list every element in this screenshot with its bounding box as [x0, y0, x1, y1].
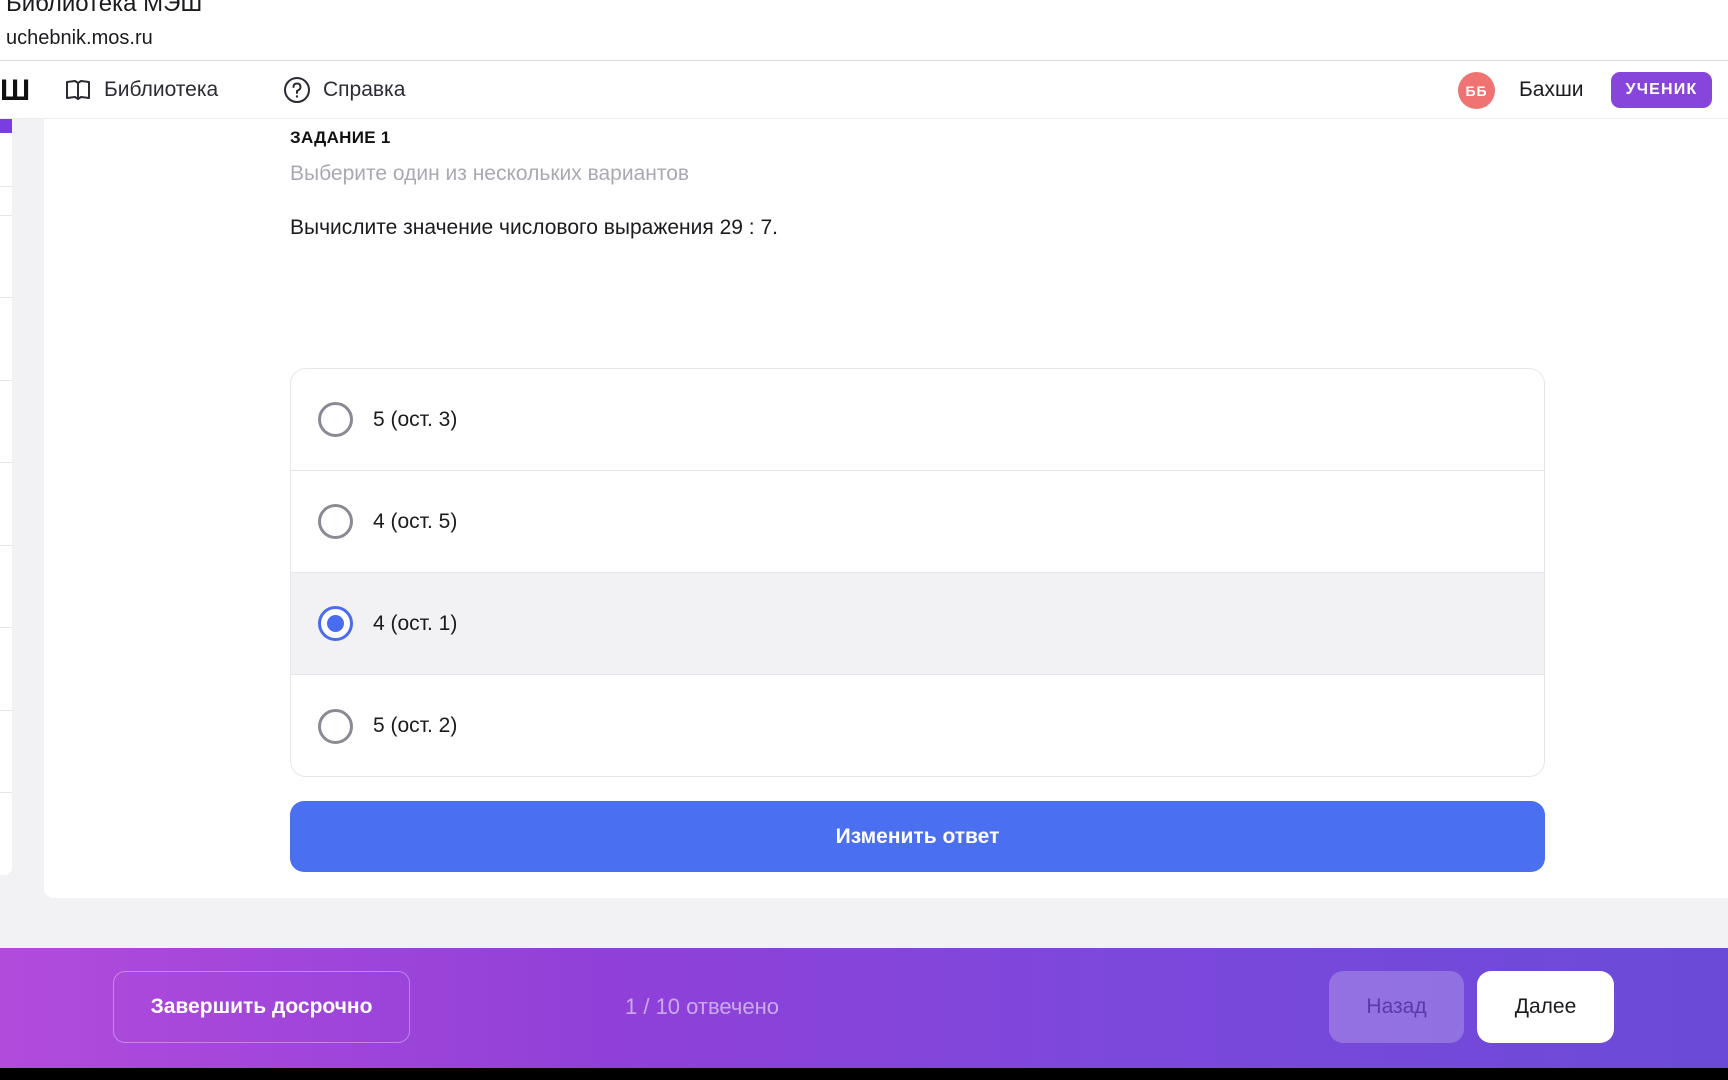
task-list-divider [0, 792, 12, 793]
task-list-divider [0, 186, 12, 187]
nav-item-help-label: Справка [323, 78, 406, 101]
nav-item-library-label: Библиотека [104, 78, 219, 101]
task-list-active-marker [0, 119, 12, 133]
nav-item-help[interactable]: Справка [283, 61, 405, 119]
task-hint: Выберите один из нескольких вариантов [290, 162, 690, 185]
nav-item-library[interactable]: Библиотека [64, 61, 218, 119]
site-logo[interactable]: Ш [0, 74, 30, 108]
answer-options: 5 (ост. 3) 4 (ост. 5) 4 (ост. 1) 5 (ост.… [290, 368, 1545, 777]
help-circle-icon [283, 76, 311, 104]
answer-option-selected[interactable]: 4 (ост. 1) [291, 573, 1544, 675]
radio-button-checked[interactable] [318, 606, 353, 641]
browser-title-bar: Библиотека МЭШ uchebnik.mos.ru [0, 0, 1728, 61]
finish-early-button[interactable]: Завершить досрочно [113, 971, 410, 1043]
answer-option-label: 4 (ост. 1) [373, 611, 458, 635]
footer-bar: Завершить досрочно 1 / 10 отвечено Назад… [0, 948, 1728, 1068]
task-question: Вычислите значение числового выражения 2… [290, 216, 778, 239]
radio-dot-icon [327, 615, 344, 632]
next-button[interactable]: Далее [1477, 971, 1614, 1043]
task-number: ЗАДАНИЕ 1 [290, 128, 391, 147]
task-list-divider [0, 627, 12, 628]
task-list-divider [0, 710, 12, 711]
task-list-divider [0, 545, 12, 546]
window-title: Библиотека МЭШ [6, 0, 203, 17]
change-answer-button[interactable]: Изменить ответ [290, 801, 1545, 872]
radio-button[interactable] [318, 402, 353, 437]
screen-bottom-edge [0, 1068, 1728, 1080]
answer-option-label: 5 (ост. 3) [373, 407, 458, 431]
task-list-divider [0, 297, 12, 298]
task-list-divider [0, 215, 12, 216]
role-badge: УЧЕНИК [1611, 72, 1712, 108]
task-list-divider [0, 380, 12, 381]
radio-button[interactable] [318, 708, 353, 744]
answer-option[interactable]: 5 (ост. 3) [291, 369, 1544, 471]
top-navbar: Ш Библиотека Справка ББ Бахши УЧЕНИК [0, 61, 1728, 119]
answer-option-label: 4 (ост. 5) [373, 509, 458, 533]
avatar[interactable]: ББ [1458, 72, 1495, 109]
radio-button[interactable] [318, 504, 353, 539]
task-list-panel[interactable] [0, 119, 12, 875]
answer-option-label: 5 (ост. 2) [373, 714, 458, 737]
answer-option[interactable]: 4 (ост. 5) [291, 471, 1544, 573]
answer-option[interactable]: 5 (ост. 2) [291, 675, 1544, 776]
user-name[interactable]: Бахши [1519, 61, 1584, 119]
task-list-divider [0, 462, 12, 463]
answered-progress: 1 / 10 отвечено [625, 994, 780, 1019]
book-icon [64, 76, 92, 104]
back-button[interactable]: Назад [1329, 971, 1464, 1043]
page-url[interactable]: uchebnik.mos.ru [6, 27, 153, 50]
